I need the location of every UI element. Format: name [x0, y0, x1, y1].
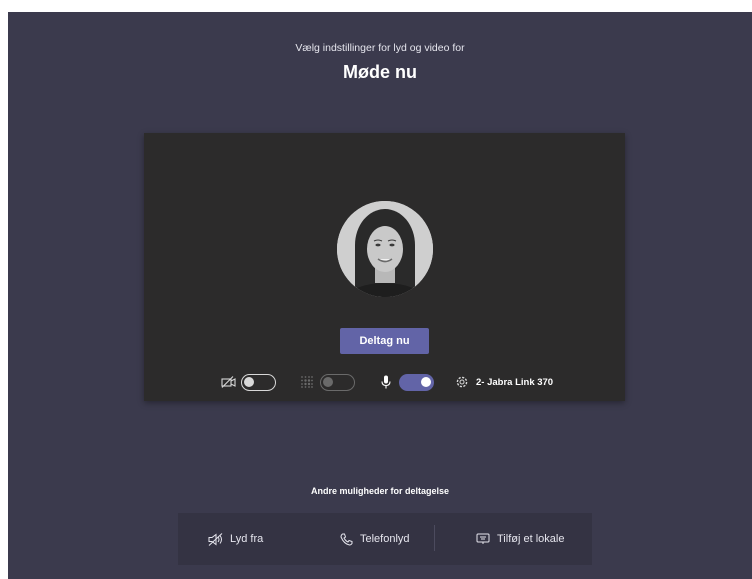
video-preview-panel: Deltag nu 2- Jabra Link 370 — [144, 133, 625, 401]
background-blur-toggle-knob — [323, 376, 333, 387]
background-blur-toggle[interactable] — [320, 373, 355, 391]
av-controls: 2- Jabra Link 370 — [144, 371, 625, 393]
prejoin-subtitle: Vælg indstillinger for lyd og video for — [295, 42, 465, 54]
camera-toggle[interactable] — [241, 373, 276, 391]
device-settings-button[interactable]: 2- Jabra Link 370 — [454, 371, 553, 393]
audio-off-option[interactable]: Lyd fra — [208, 513, 263, 565]
meeting-prejoin-screen: Vælg indstillinger for lyd og video for … — [8, 12, 752, 579]
microphone-toggle[interactable] — [399, 373, 434, 391]
phone-audio-option[interactable]: Telefonlyd — [338, 513, 410, 565]
add-room-option[interactable]: Tilføj et lokale — [475, 513, 564, 565]
gear-icon — [454, 374, 470, 390]
add-room-label: Tilføj et lokale — [497, 533, 565, 545]
phone-icon — [338, 531, 354, 547]
other-join-options-bar: Lyd fra Telefonlyd Tilføj et lokale — [178, 513, 592, 565]
other-join-options-heading: Andre muligheder for deltagelse — [310, 486, 450, 496]
camera-control — [220, 371, 276, 393]
audio-off-label: Lyd fra — [230, 533, 264, 545]
avatar — [337, 201, 433, 297]
audio-device-label: 2- Jabra Link 370 — [476, 376, 554, 388]
options-divider — [434, 525, 435, 551]
meeting-title: Møde nu — [343, 62, 417, 82]
room-share-icon — [475, 531, 491, 547]
microphone-icon — [378, 374, 394, 390]
phone-audio-label: Telefonlyd — [360, 533, 410, 545]
background-blur-control — [299, 371, 355, 393]
speaker-off-icon — [208, 531, 224, 547]
camera-toggle-knob — [244, 376, 254, 387]
blur-icon — [299, 374, 315, 390]
join-now-button[interactable]: Deltag nu — [340, 328, 429, 354]
microphone-control — [378, 371, 434, 393]
microphone-toggle-knob — [421, 376, 431, 387]
camera-off-icon — [220, 374, 236, 390]
